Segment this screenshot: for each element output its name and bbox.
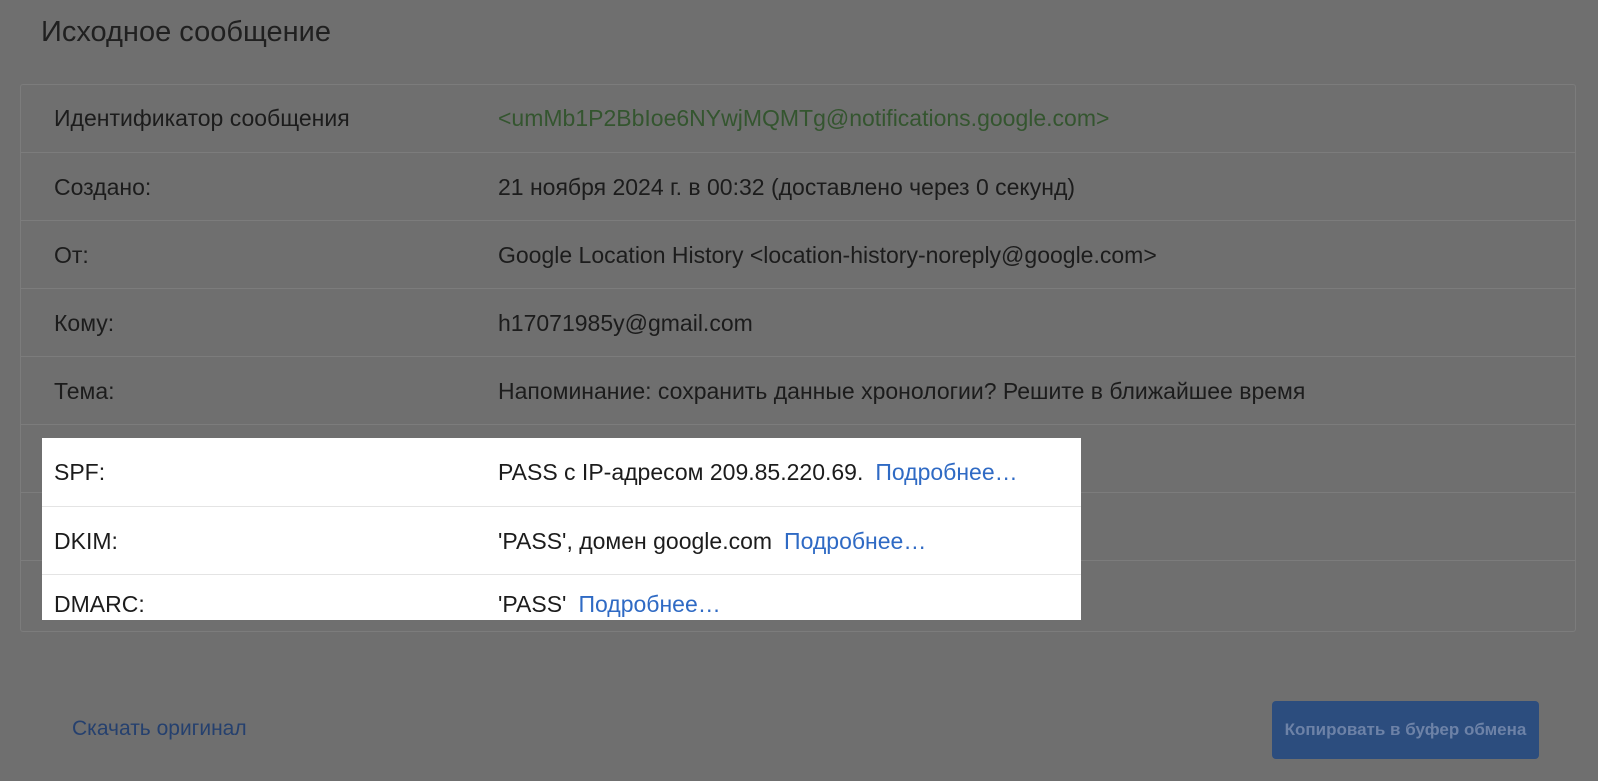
row-label: От:: [54, 242, 89, 268]
table-row-subject: Тема: Напоминание: сохранить данные хрон…: [20, 356, 1576, 424]
from-value: Google Location History <location-histor…: [498, 242, 1157, 268]
authentication-results-highlight: SPF: PASS с IP-адресом 209.85.220.69. Под…: [42, 438, 1081, 620]
copy-to-clipboard-button[interactable]: Копировать в буфер обмена: [1272, 701, 1539, 759]
download-original-link[interactable]: Скачать оригинал: [72, 717, 247, 741]
row-label: Создано:: [54, 174, 152, 200]
spf-value: PASS с IP-адресом 209.85.220.69. Подробне…: [498, 438, 1018, 506]
table-row-created: Создано: 21 ноября 2024 г. в 00:32 (дост…: [20, 152, 1576, 220]
created-value: 21 ноября 2024 г. в 00:32 (доставлено че…: [498, 174, 1076, 200]
row-label: SPF:: [54, 459, 106, 485]
row-label: Кому:: [54, 310, 115, 336]
dmarc-result-text: 'PASS': [498, 591, 567, 617]
page-title: Исходное сообщение: [41, 16, 331, 48]
spf-result-text: PASS с IP-адресом 209.85.220.69.: [498, 459, 864, 485]
table-row-spf: SPF: PASS с IP-адресом 209.85.220.69. Под…: [42, 438, 1081, 506]
dkim-details-link[interactable]: Подробнее…: [784, 528, 926, 554]
row-label: Идентификатор сообщения: [54, 105, 350, 131]
table-row-dkim: DKIM: 'PASS', домен google.com Подробнее…: [42, 506, 1081, 574]
to-value: h17071985y@gmail.com: [498, 310, 753, 336]
subject-value: Напоминание: сохранить данные хронологии…: [498, 378, 1306, 404]
table-row-from: От: Google Location History <location-hi…: [20, 220, 1576, 288]
row-label: Тема:: [54, 378, 115, 404]
dkim-value: 'PASS', домен google.com Подробнее…: [498, 507, 926, 575]
table-row-dmarc: DMARC: 'PASS' Подробнее…: [42, 574, 1081, 642]
dmarc-details-link[interactable]: Подробнее…: [578, 591, 720, 617]
table-row-to: Кому: h17071985y@gmail.com: [20, 288, 1576, 356]
spf-details-link[interactable]: Подробнее…: [875, 459, 1017, 485]
dmarc-value: 'PASS' Подробнее…: [498, 575, 721, 643]
message-id-value: <umMb1P2BbIoe6NYwjMQMTg@notifications.go…: [498, 105, 1110, 131]
row-label: DMARC:: [54, 591, 145, 617]
table-row-message-id: Идентификатор сообщения <umMb1P2BbIoe6NY…: [20, 84, 1576, 152]
row-label: DKIM:: [54, 528, 118, 554]
dkim-result-text: 'PASS', домен google.com: [498, 528, 773, 554]
